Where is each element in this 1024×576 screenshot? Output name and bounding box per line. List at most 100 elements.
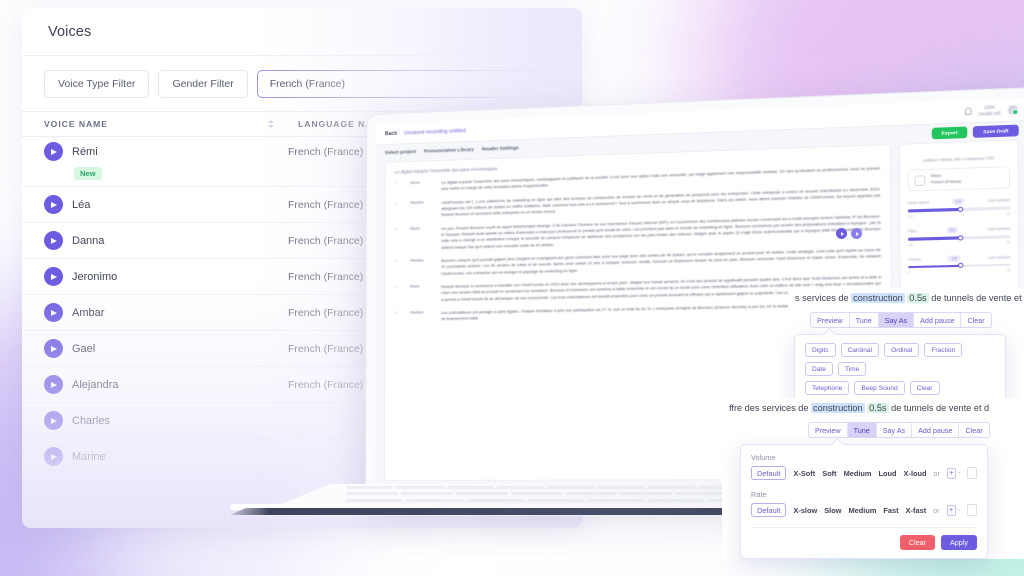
say-as-mini-toolbar: Preview Tune Say As Add pause Clear [810, 312, 992, 329]
toolbar-item-clear[interactable]: Clear [961, 313, 990, 327]
rate-option-default[interactable]: Default [751, 503, 787, 518]
tune-selected-word[interactable]: construction [811, 403, 865, 413]
rate-option-medium[interactable]: Medium [849, 506, 877, 515]
volume-option-soft[interactable]: Soft [822, 469, 836, 478]
play-icon[interactable] [44, 303, 63, 322]
slider-knob[interactable] [958, 263, 964, 269]
paragraph-speaker[interactable]: Pauline [410, 258, 434, 278]
paragraph-text[interactable]: Brunson compris qu'il pouvait gagner plu… [441, 247, 881, 277]
select-project-dropdown[interactable]: Select project [385, 150, 416, 156]
toolbar-item-preview[interactable]: Preview [811, 313, 850, 328]
rate-custom-input[interactable] [966, 504, 977, 517]
say-as-chip-date[interactable]: Date [805, 362, 833, 377]
volume-custom-input[interactable] [967, 467, 977, 480]
rate-stepper[interactable]: + - [946, 504, 960, 516]
play-icon[interactable] [44, 142, 63, 161]
toolbar-item-preview[interactable]: Preview [809, 423, 848, 438]
breadcrumb[interactable]: Unsaved recording untitled [404, 128, 466, 136]
say-as-chip-clear[interactable]: Clear [909, 381, 940, 396]
say-as-chip-digits[interactable]: Digits [805, 343, 836, 358]
rate-increment-button[interactable]: + [946, 504, 956, 516]
volume-option-x-soft[interactable]: X-Soft [793, 469, 815, 478]
say-as-chip-telephone[interactable]: Telephone [805, 381, 850, 396]
toolbar-item-add-pause[interactable]: Add pause [914, 313, 962, 328]
volume-increment-button[interactable]: + [946, 467, 956, 479]
paragraph-text[interactable]: ClickFunnels est [...] une plateforme de… [441, 186, 880, 219]
tune-apply-button[interactable]: Apply [941, 535, 977, 551]
play-button-primary[interactable] [836, 228, 847, 239]
pronunciation-library-dropdown[interactable]: Pronunciation Library [424, 148, 474, 155]
say-as-selected-word[interactable]: construction [851, 293, 905, 303]
say-as-pause-token[interactable]: 0.5s [907, 293, 929, 303]
toolbar-item-say-as[interactable]: Say As [878, 313, 915, 328]
slider-knob[interactable] [958, 234, 964, 241]
play-icon[interactable] [44, 375, 63, 394]
say-as-chip-time[interactable]: Time [837, 362, 867, 377]
volume-option-default[interactable]: Default [751, 466, 787, 481]
paragraph-speaker[interactable]: Remí [410, 226, 434, 252]
play-icon[interactable] [44, 447, 63, 466]
save-draft-button[interactable]: Save Draft [973, 124, 1019, 138]
say-as-chip-beep-sound[interactable]: Beep Sound [854, 381, 905, 396]
slider-label: Volume [908, 256, 922, 262]
slider-reset-link[interactable]: Last reaction [988, 198, 1010, 203]
language-filter-select[interactable]: French (France) [256, 70, 560, 98]
volume-option-x-loud[interactable]: X-loud [904, 469, 927, 478]
rate-option-x-slow[interactable]: X-slow [793, 506, 817, 515]
toolbar-item-tune[interactable]: Tune [847, 423, 877, 438]
slider-max: 2x [1006, 268, 1011, 273]
say-as-chip-cardinal[interactable]: Cardinal [840, 343, 880, 358]
paragraph-number: 1 [394, 181, 397, 186]
slider-fill [908, 264, 962, 269]
paragraph-speaker[interactable]: Pauline [410, 200, 434, 220]
reader-settings-dropdown[interactable]: Reader Settings [482, 146, 519, 152]
paragraph-speaker[interactable]: Pauline [410, 310, 434, 323]
play-icon[interactable] [44, 267, 63, 286]
paragraph-text[interactable]: Un jour, Russell Brunson reçoit un appel… [441, 213, 880, 251]
rate-decrement-button[interactable]: - [958, 507, 960, 514]
play-icon[interactable] [44, 231, 63, 250]
volume-option-medium[interactable]: Medium [844, 469, 872, 478]
document-paragraph[interactable]: 3 Remí Un jour, Russell Brunson reçoit un … [394, 213, 881, 252]
slider-group: Volume 1.0 Last reaction 0 2x [908, 254, 1010, 275]
popover-caret [823, 328, 836, 342]
gender-filter-button[interactable]: Gender Filter [158, 70, 248, 98]
play-icon[interactable] [44, 411, 63, 430]
slider-value: 0.0 [946, 226, 959, 234]
play-icon[interactable] [44, 195, 63, 214]
rate-option-x-fast[interactable]: X-fast [906, 506, 927, 515]
tune-sentence-prefix: ffre des services de [729, 403, 812, 413]
avatar[interactable] [1007, 103, 1019, 115]
slider-reset-link[interactable]: Last reaction [988, 255, 1010, 260]
volume-decrement-button[interactable]: - [958, 470, 960, 477]
say-as-chip-ordinal[interactable]: Ordinal [884, 343, 920, 358]
say-as-sentence-suffix: de tunnels de vente et de géné [931, 293, 1024, 303]
rate-option-slow[interactable]: Slow [824, 506, 841, 515]
volume-option-loud[interactable]: Loud [878, 469, 896, 478]
tune-pause-token[interactable]: 0.5s [867, 403, 889, 413]
back-button[interactable]: Back [385, 130, 397, 136]
slider-knob[interactable] [958, 206, 964, 213]
slider-reset-link[interactable]: Last reaction [988, 227, 1010, 232]
volume-stepper[interactable]: + - [946, 467, 960, 479]
toolbar-item-clear[interactable]: Clear [959, 423, 988, 437]
export-button[interactable]: Export [931, 126, 968, 140]
bell-icon[interactable] [964, 107, 972, 116]
voice-type-filter-button[interactable]: Voice Type Filter [44, 70, 150, 98]
document-paragraph[interactable]: 4 Pauline Brunson compris qu'il pouvait ga… [394, 247, 880, 278]
tune-clear-button[interactable]: Clear [899, 535, 936, 551]
paragraph-speaker[interactable]: Rémi [410, 180, 434, 193]
play-icon[interactable] [44, 339, 63, 358]
say-as-chip-fraction[interactable]: Fraction [924, 343, 963, 358]
rate-option-fast[interactable]: Fast [883, 506, 898, 515]
toolbar-item-add-pause[interactable]: Add pause [912, 423, 960, 438]
selected-voice-card[interactable]: Rémi French (France) [907, 166, 1011, 192]
slider-labels: Volume 1.0 Last reaction [908, 254, 1010, 263]
status-badge: New [74, 167, 102, 180]
volume-label: Volume [751, 453, 776, 463]
toolbar-item-say-as[interactable]: Say As [877, 423, 913, 438]
play-button-secondary[interactable] [851, 228, 862, 239]
document-meta: Untitled • Words 346 • Characters 2751 [923, 156, 995, 163]
paragraph-speaker[interactable]: Rémi [410, 284, 434, 304]
toolbar-item-tune[interactable]: Tune [850, 313, 879, 328]
